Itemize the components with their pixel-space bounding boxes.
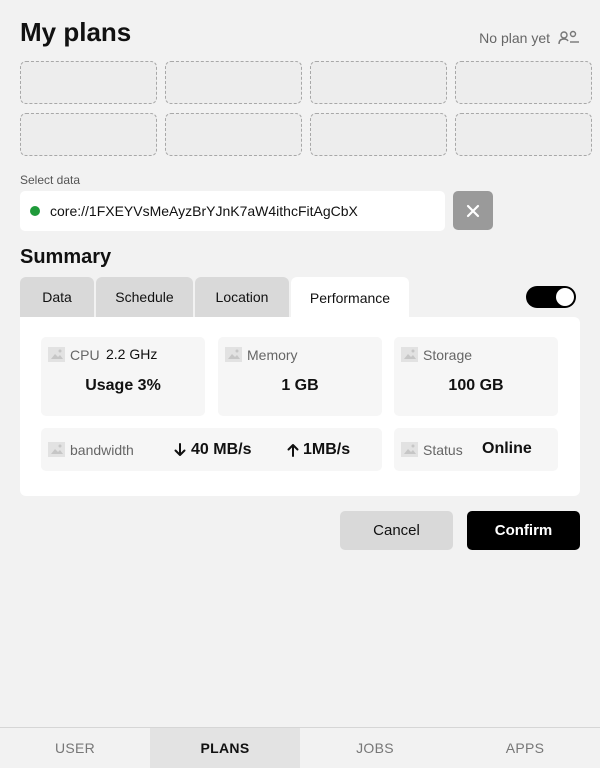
- image-icon: [48, 347, 65, 362]
- arrow-down-icon: [174, 443, 186, 456]
- users-icon: [558, 30, 580, 46]
- memory-card: Memory 1 GB: [218, 337, 382, 416]
- bandwidth-card: bandwidth 40 MB/s 1MB/s: [41, 428, 382, 471]
- plan-slot[interactable]: [165, 113, 302, 156]
- image-icon: [401, 442, 418, 457]
- data-source-field[interactable]: core://1FXEYVsMeAyzBrYJnK7aW4ithcFitAgCb…: [20, 191, 445, 231]
- bandwidth-up: 1MB/s: [303, 441, 351, 458]
- storage-value: 100 GB: [448, 377, 504, 394]
- nav-jobs[interactable]: JOBS: [300, 728, 450, 768]
- storage-card: Storage 100 GB: [394, 337, 558, 416]
- cpu-frequency: 2.2 GHz: [106, 346, 158, 362]
- tab-performance[interactable]: Performance: [291, 277, 409, 318]
- bandwidth-down: 40 MB/s: [191, 441, 252, 458]
- status-label: Status: [423, 442, 463, 458]
- plan-slot[interactable]: [310, 61, 447, 104]
- storage-label: Storage: [423, 347, 473, 363]
- plan-status-text: No plan yet: [479, 30, 550, 46]
- summary-title: Summary: [20, 246, 112, 268]
- close-icon: [466, 204, 480, 217]
- plan-slot[interactable]: [455, 113, 592, 156]
- image-icon: [225, 347, 242, 362]
- tab-location[interactable]: Location: [195, 277, 289, 317]
- clear-button[interactable]: [453, 191, 493, 230]
- cancel-button[interactable]: Cancel: [340, 511, 453, 550]
- cpu-card: CPU 2.2 GHz Usage 3%: [41, 337, 205, 416]
- status-dot: [30, 206, 40, 216]
- select-data-label: Select data: [20, 173, 81, 187]
- nav-apps[interactable]: APPS: [450, 728, 600, 768]
- memory-label: Memory: [247, 347, 298, 363]
- nav-user[interactable]: USER: [0, 728, 150, 768]
- page-title: My plans: [20, 17, 132, 47]
- confirm-button[interactable]: Confirm: [467, 511, 580, 550]
- image-icon: [401, 347, 418, 362]
- plan-status[interactable]: No plan yet: [479, 30, 580, 46]
- memory-value: 1 GB: [281, 377, 319, 394]
- plan-slot[interactable]: [20, 113, 157, 156]
- data-source-value: core://1FXEYVsMeAyzBrYJnK7aW4ithcFitAgCb…: [50, 203, 358, 219]
- summary-toggle[interactable]: [526, 286, 576, 308]
- toggle-knob: [556, 288, 574, 306]
- plan-slot[interactable]: [455, 61, 592, 104]
- bandwidth-label: bandwidth: [70, 442, 134, 458]
- performance-panel: CPU 2.2 GHz Usage 3% Memory 1 GB Storage…: [20, 317, 580, 496]
- tab-data[interactable]: Data: [20, 277, 94, 317]
- status-card: Status Online: [394, 428, 558, 471]
- plan-slot[interactable]: [310, 113, 447, 156]
- cpu-label: CPU: [70, 347, 100, 363]
- nav-plans[interactable]: PLANS: [150, 728, 300, 768]
- plan-slot-grid: [20, 61, 594, 156]
- cpu-usage: Usage 3%: [85, 377, 161, 394]
- arrow-up-icon: [287, 444, 299, 457]
- bottom-nav: USER PLANS JOBS APPS: [0, 727, 600, 768]
- plan-slot[interactable]: [20, 61, 157, 104]
- tab-schedule[interactable]: Schedule: [96, 277, 193, 317]
- status-value: Online: [482, 440, 532, 457]
- image-icon: [48, 442, 65, 457]
- plan-slot[interactable]: [165, 61, 302, 104]
